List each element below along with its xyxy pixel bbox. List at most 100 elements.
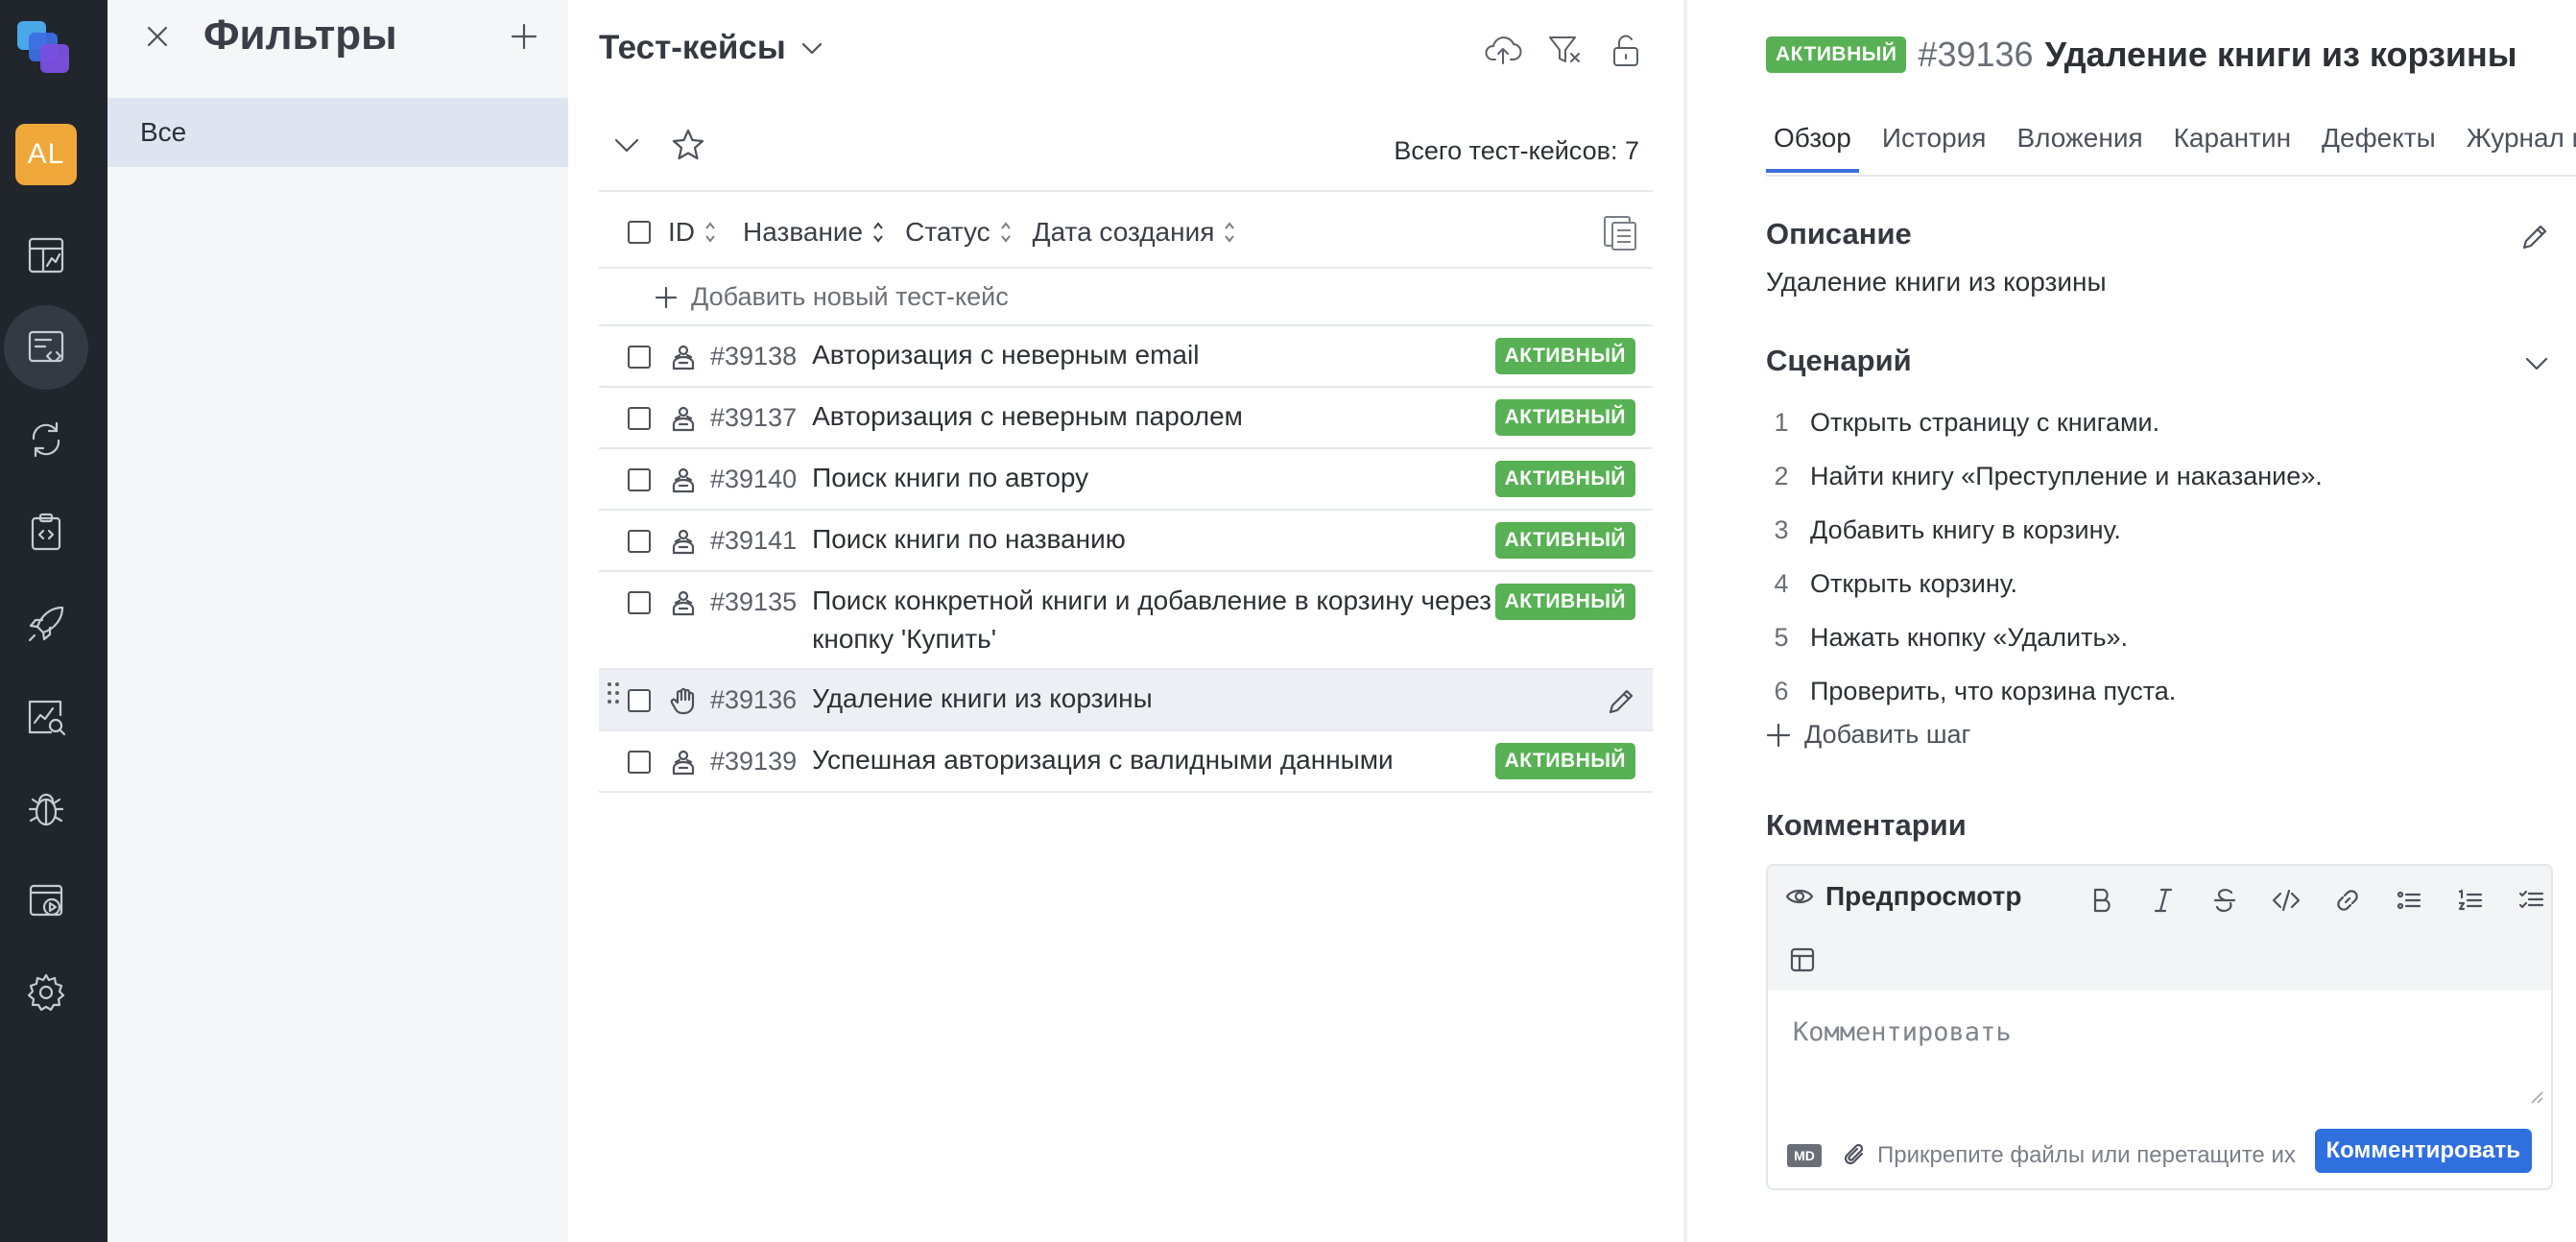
settings-icon[interactable] — [4, 950, 88, 1035]
scenario-step[interactable]: 3 Добавить книгу в корзину. — [1766, 503, 2323, 557]
attach-files-button[interactable]: Прикрепите файлы или перетащите их — [1843, 1142, 2296, 1169]
tab-overview[interactable]: Обзор — [1766, 123, 1859, 173]
table-icon[interactable] — [1783, 941, 1822, 979]
row-name: Успешная авторизация с валидными данными — [812, 745, 1394, 775]
row-checkbox[interactable] — [628, 751, 651, 774]
select-all-checkbox[interactable] — [628, 221, 651, 244]
column-created-date[interactable]: Дата создания — [1033, 217, 1236, 248]
italic-icon[interactable] — [2144, 881, 2182, 920]
sync-icon[interactable] — [4, 397, 88, 482]
column-status[interactable]: Статус — [905, 217, 1012, 248]
scenario-step[interactable]: 2 Найти книгу «Преступление и наказание». — [1766, 449, 2322, 503]
tab-attachments[interactable]: Вложения — [2009, 123, 2150, 173]
filters-title: Фильтры — [203, 12, 397, 59]
editor-toolbar: Предпросмотр — [1768, 866, 2551, 991]
launch-icon[interactable] — [4, 858, 88, 943]
link-icon[interactable] — [2328, 881, 2367, 920]
row-checkbox[interactable] — [628, 591, 651, 614]
row-checkbox[interactable] — [628, 530, 651, 553]
automated-icon — [672, 590, 695, 616]
row-checkbox[interactable] — [628, 346, 651, 369]
code-icon[interactable] — [2267, 881, 2305, 920]
test-cases-icon[interactable] — [4, 305, 88, 390]
collapse-scenario-icon[interactable] — [2522, 349, 2551, 378]
eye-icon — [1785, 889, 1814, 904]
automated-icon — [672, 406, 695, 432]
column-settings-icon[interactable] — [1601, 213, 1639, 251]
row-id: #39140 — [710, 465, 798, 493]
test-cases-list: Тест-кейсы Всего тест-кейсов: 7 ID Назва… — [568, 0, 1683, 1242]
row-checkbox[interactable] — [628, 407, 651, 430]
row-id: #39141 — [710, 526, 798, 555]
comment-editor: Предпросмотр Комментировать MD Прикрепит… — [1766, 864, 2553, 1190]
details-tabs: Обзор История Вложения Карантин Дефекты … — [1766, 123, 2576, 173]
edit-pencil-icon[interactable] — [1605, 685, 1637, 718]
comment-textarea[interactable]: Комментировать — [1793, 1017, 2012, 1047]
table-row[interactable]: #39135 Поиск конкретной книги и добавлен… — [599, 582, 1653, 658]
unlock-icon[interactable] — [1607, 31, 1645, 69]
app-logo[interactable] — [13, 17, 75, 79]
analytics-icon[interactable] — [4, 674, 88, 758]
bold-icon[interactable] — [2083, 881, 2121, 920]
add-filter-icon[interactable] — [501, 13, 547, 60]
tab-defects[interactable]: Дефекты — [2314, 123, 2444, 173]
edit-description-icon[interactable] — [2518, 221, 2551, 253]
tab-log[interactable]: Журнал и — [2459, 123, 2576, 173]
numbered-list-icon[interactable] — [2451, 881, 2490, 920]
scenario-step[interactable]: 4 Открыть корзину. — [1766, 557, 2323, 610]
dashboard-icon[interactable] — [4, 213, 88, 298]
automated-icon — [672, 345, 695, 370]
add-step-button[interactable]: Добавить шаг — [1766, 720, 1970, 750]
row-checkbox[interactable] — [628, 468, 651, 491]
submit-comment-button[interactable]: Комментировать — [2314, 1129, 2532, 1173]
row-name: Авторизация с неверным паролем — [812, 401, 1243, 431]
table-row[interactable]: #39138 Авторизация с неверным email АКТИ… — [599, 336, 1653, 374]
test-case-id: #39136 — [1918, 35, 2034, 74]
scenario-step[interactable]: 6 Проверить, что корзина пуста. — [1766, 664, 2323, 718]
collapse-chevron-icon[interactable] — [612, 131, 641, 159]
scenario-step[interactable]: 5 Нажать кнопку «Удалить». — [1766, 610, 2323, 664]
bug-icon[interactable] — [4, 766, 88, 850]
checklist-icon[interactable] — [2513, 881, 2551, 920]
table-row[interactable]: #39140 Поиск книги по автору АКТИВНЫЙ — [599, 459, 1653, 497]
bullet-list-icon[interactable] — [2390, 881, 2428, 920]
table-row[interactable]: #39137 Авторизация с неверным паролем АК… — [599, 397, 1653, 436]
scenario-step[interactable]: 1 Открыть страницу с книгами. — [1766, 395, 2323, 449]
comments-title: Комментарии — [1766, 808, 1967, 842]
clear-filter-icon[interactable] — [1545, 31, 1584, 69]
row-name: Авторизация с неверным email — [812, 340, 1200, 370]
table-row[interactable]: #39141 Поиск книги по названию АКТИВНЫЙ — [599, 520, 1653, 559]
row-id: #39137 — [710, 403, 798, 432]
sort-icon — [704, 220, 716, 245]
sort-icon — [1000, 220, 1012, 245]
clipboard-icon[interactable] — [4, 490, 88, 574]
row-id: #39135 — [710, 587, 798, 616]
row-checkbox[interactable] — [628, 689, 651, 712]
drag-handle-icon[interactable] — [607, 681, 620, 705]
star-icon[interactable] — [670, 127, 706, 163]
preview-toggle[interactable]: Предпросмотр — [1785, 881, 2021, 912]
column-id[interactable]: ID — [668, 217, 716, 248]
row-id: #39138 — [710, 342, 798, 370]
upload-icon[interactable] — [1484, 31, 1522, 69]
rocket-icon[interactable] — [4, 582, 88, 666]
column-name[interactable]: Название — [743, 217, 884, 248]
close-icon[interactable] — [136, 15, 179, 58]
user-avatar[interactable]: AL — [15, 124, 77, 185]
resize-handle-icon[interactable] — [2528, 1088, 2543, 1104]
tab-quarantine[interactable]: Карантин — [2166, 123, 2299, 173]
table-row-selected[interactable]: #39136 Удаление книги из корзины — [599, 670, 1653, 729]
row-name: Поиск книги по названию — [812, 524, 1126, 554]
plus-icon — [1766, 723, 1791, 747]
row-name: Поиск конкретной книги и добавление в ко… — [812, 585, 1491, 654]
description-title: Описание — [1766, 217, 1912, 251]
tab-history[interactable]: История — [1874, 123, 1994, 173]
row-name: Поиск книги по автору — [812, 463, 1089, 492]
list-title-dropdown[interactable]: Тест-кейсы — [599, 29, 824, 67]
list-title: Тест-кейсы — [599, 29, 786, 66]
strikethrough-icon[interactable] — [2206, 881, 2244, 920]
add-test-case-button[interactable]: Добавить новый тест-кейс — [655, 282, 1009, 312]
test-case-title: Удаление книги из корзины — [2044, 35, 2517, 74]
filter-item-all[interactable]: Все — [107, 98, 568, 167]
table-row[interactable]: #39139 Успешная авторизация с валидными … — [599, 741, 1653, 779]
